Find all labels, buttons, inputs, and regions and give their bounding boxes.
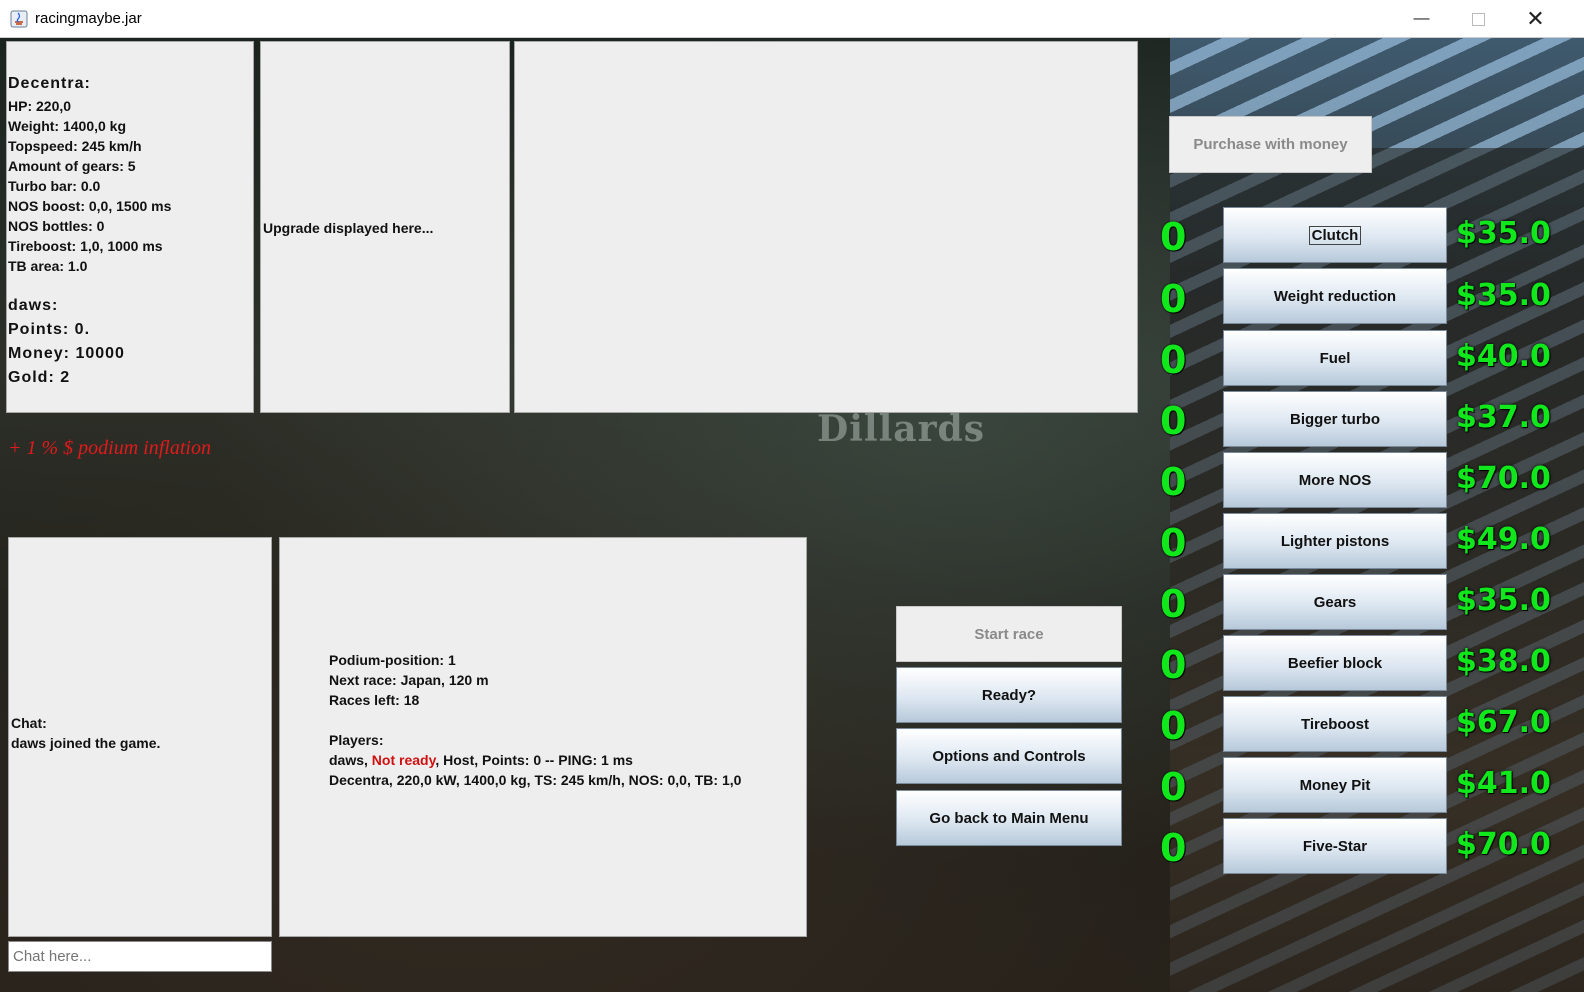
upgrade-price: $37.0 bbox=[1456, 400, 1551, 435]
upgrade-price: $49.0 bbox=[1456, 522, 1551, 557]
upgrade-button-lighter-pistons[interactable]: Lighter pistons bbox=[1223, 513, 1447, 569]
car-stat: NOS bottles: 0 bbox=[8, 218, 105, 234]
upgrade-button-five-star[interactable]: Five-Star bbox=[1223, 818, 1447, 874]
car-stat: Weight: 1400,0 kg bbox=[8, 118, 127, 134]
car-stat: HP: 220,0 bbox=[8, 98, 72, 114]
upgrade-count: 0 bbox=[1160, 582, 1187, 626]
minimize-button[interactable]: — bbox=[1393, 0, 1450, 38]
car-stat: Amount of gears: 5 bbox=[8, 158, 136, 174]
upgrade-price: $67.0 bbox=[1456, 705, 1551, 740]
player-money: Money: 10000 bbox=[8, 345, 125, 362]
upgrade-preview-panel bbox=[514, 41, 1138, 413]
players-label: Players: bbox=[329, 732, 384, 748]
window-titlebar: racingmaybe.jar — ✕ bbox=[0, 0, 1584, 38]
player-points: Points: 0. bbox=[8, 321, 91, 338]
upgrade-label: Clutch bbox=[1308, 225, 1362, 245]
java-app-icon bbox=[10, 10, 28, 28]
car-stats-list: HP: 220,0 Weight: 1400,0 kg Topspeed: 24… bbox=[8, 96, 171, 276]
upgrade-panel: Upgrade displayed here... bbox=[260, 41, 510, 413]
chat-panel: Chat: daws joined the game. bbox=[8, 537, 272, 937]
upgrade-button-tireboost[interactable]: Tireboost bbox=[1223, 696, 1447, 752]
upgrade-count: 0 bbox=[1160, 765, 1187, 809]
car-stats-panel: Decentra: HP: 220,0 Weight: 1400,0 kg To… bbox=[6, 41, 254, 413]
player-car-row: Decentra, 220,0 kW, 1400,0 kg, TS: 245 k… bbox=[329, 772, 742, 788]
ready-button[interactable]: Ready? bbox=[896, 667, 1122, 723]
main-menu-button[interactable]: Go back to Main Menu bbox=[896, 790, 1122, 846]
maximize-button[interactable] bbox=[1450, 0, 1507, 38]
upgrade-price: $70.0 bbox=[1456, 827, 1551, 862]
races-left: Races left: 18 bbox=[329, 692, 420, 708]
upgrade-price: $70.0 bbox=[1456, 461, 1551, 496]
player-row-name: daws, bbox=[329, 752, 372, 768]
ready-status: Not ready bbox=[371, 752, 436, 768]
car-stat: TB area: 1.0 bbox=[8, 258, 88, 274]
car-stat: Topspeed: 245 km/h bbox=[8, 138, 142, 154]
chat-input[interactable] bbox=[8, 941, 272, 972]
minimize-icon: — bbox=[1413, 10, 1430, 27]
player-gold: Gold: 2 bbox=[8, 369, 71, 386]
upgrade-count: 0 bbox=[1160, 277, 1187, 321]
player-name: daws: bbox=[8, 297, 59, 314]
maximize-icon bbox=[1472, 12, 1485, 26]
upgrade-count: 0 bbox=[1160, 643, 1187, 687]
upgrade-count: 0 bbox=[1160, 704, 1187, 748]
chat-label: Chat: bbox=[11, 715, 47, 731]
upgrade-button-clutch[interactable]: Clutch bbox=[1223, 207, 1447, 263]
car-stat: Tireboost: 1,0, 1000 ms bbox=[8, 238, 163, 254]
upgrade-price: $41.0 bbox=[1456, 766, 1551, 801]
purchase-with-money-button[interactable]: Purchase with money bbox=[1169, 116, 1372, 173]
upgrade-count: 0 bbox=[1160, 399, 1187, 443]
upgrade-count: 0 bbox=[1160, 215, 1187, 259]
upgrade-count: 0 bbox=[1160, 338, 1187, 382]
options-controls-button[interactable]: Options and Controls bbox=[896, 728, 1122, 784]
upgrade-price: $40.0 bbox=[1456, 339, 1551, 374]
player-row: daws, Not ready, Host, Points: 0 -- PING… bbox=[329, 750, 741, 770]
upgrade-price: $38.0 bbox=[1456, 644, 1551, 679]
upgrade-count: 0 bbox=[1160, 826, 1187, 870]
upgrade-placeholder-text: Upgrade displayed here... bbox=[263, 220, 434, 236]
car-stat: Turbo bar: 0.0 bbox=[8, 178, 101, 194]
chat-message: daws joined the game. bbox=[11, 735, 161, 751]
upgrade-count: 0 bbox=[1160, 521, 1187, 565]
upgrade-price: $35.0 bbox=[1456, 216, 1551, 251]
close-button[interactable]: ✕ bbox=[1507, 0, 1564, 38]
podium-inflation-text: + 1 % $ podium inflation bbox=[8, 437, 211, 459]
upgrade-price: $35.0 bbox=[1456, 583, 1551, 618]
upgrade-button-fuel[interactable]: Fuel bbox=[1223, 330, 1447, 386]
window-title: racingmaybe.jar bbox=[35, 10, 142, 27]
background-store-sign: Dillards bbox=[817, 408, 985, 450]
close-icon: ✕ bbox=[1526, 6, 1545, 31]
car-stat: NOS boost: 0,0, 1500 ms bbox=[8, 198, 172, 214]
upgrade-button-money-pit[interactable]: Money Pit bbox=[1223, 757, 1447, 813]
upgrade-button-more-nos[interactable]: More NOS bbox=[1223, 452, 1447, 508]
upgrade-button-beefier-block[interactable]: Beefier block bbox=[1223, 635, 1447, 691]
next-race: Next race: Japan, 120 m bbox=[329, 672, 489, 688]
car-name: Decentra: bbox=[8, 75, 91, 92]
race-info-panel: Podium-position: 1 Next race: Japan, 120… bbox=[279, 537, 807, 937]
player-row-details: , Host, Points: 0 -- PING: 1 ms bbox=[435, 752, 633, 768]
upgrade-count: 0 bbox=[1160, 460, 1187, 504]
upgrade-button-gears[interactable]: Gears bbox=[1223, 574, 1447, 630]
upgrade-price: $35.0 bbox=[1456, 278, 1551, 313]
start-race-button[interactable]: Start race bbox=[896, 606, 1122, 662]
podium-position: Podium-position: 1 bbox=[329, 652, 456, 668]
upgrade-button-weight-reduction[interactable]: Weight reduction bbox=[1223, 268, 1447, 324]
upgrade-button-bigger-turbo[interactable]: Bigger turbo bbox=[1223, 391, 1447, 447]
